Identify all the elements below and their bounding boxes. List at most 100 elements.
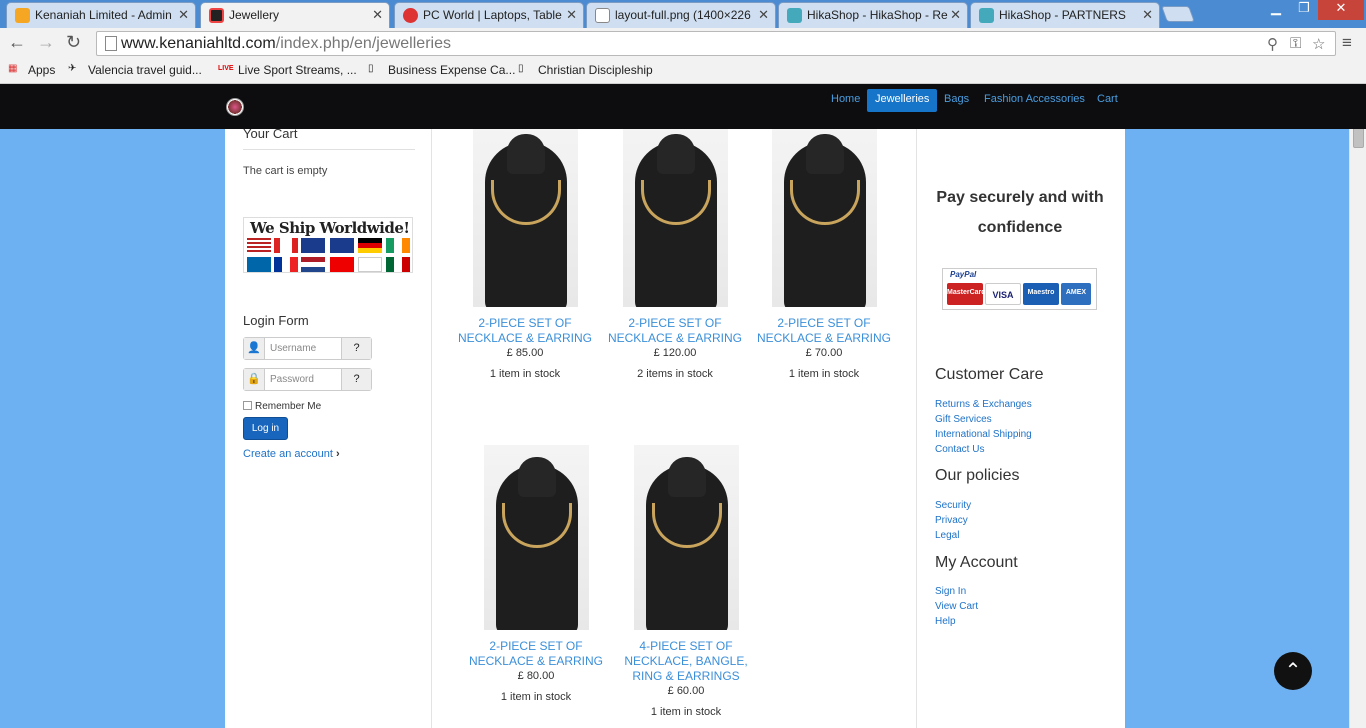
- reload-icon[interactable]: ↻: [66, 32, 81, 53]
- link-returns[interactable]: Returns & Exchanges: [935, 399, 1032, 410]
- bookmark-business-expense[interactable]: ▯ Business Expense Ca...: [368, 63, 515, 77]
- link-security[interactable]: Security: [935, 500, 971, 511]
- login-form-title: Login Form: [243, 313, 309, 328]
- finland-flag-icon: [358, 257, 382, 272]
- remember-me[interactable]: Remember Me: [243, 401, 321, 412]
- nav-home[interactable]: Home: [823, 89, 868, 112]
- nav-jewelleries[interactable]: Jewelleries: [867, 89, 938, 112]
- product-image[interactable]: [771, 122, 877, 307]
- tab-label: Kenaniah Limited - Admin: [35, 8, 172, 22]
- tab-hikashop-re[interactable]: HikaShop - HikaShop - Re ✕: [778, 2, 968, 28]
- key-icon[interactable]: ⚿: [1290, 35, 1301, 52]
- new-tab-button[interactable]: [1161, 6, 1195, 22]
- create-account-link[interactable]: Create an account ›: [243, 448, 340, 460]
- site-logo[interactable]: [226, 98, 244, 116]
- back-icon[interactable]: ←: [8, 32, 26, 53]
- tab-label: HikaShop - PARTNERS: [999, 8, 1126, 22]
- link-international-shipping[interactable]: International Shipping: [935, 429, 1032, 440]
- close-icon[interactable]: ✕: [372, 7, 383, 23]
- password-field[interactable]: 🔒 Password ?: [243, 368, 372, 391]
- product-card[interactable]: 2-PIECE SET OF NECKLACE & EARRING £ 85.0…: [450, 122, 600, 380]
- column-divider: [431, 129, 432, 728]
- pcworld-icon: [403, 8, 418, 23]
- link-legal[interactable]: Legal: [935, 530, 959, 541]
- browser-tab-bar: Kenaniah Limited - Admin ✕ Jewellery ✕ P…: [0, 0, 1366, 28]
- menu-icon[interactable]: ≡: [1342, 33, 1352, 53]
- product-card[interactable]: 2-PIECE SET OF NECKLACE & EARRING £ 70.0…: [749, 122, 899, 380]
- product-name[interactable]: 2-PIECE SET OF NECKLACE & EARRING: [461, 639, 611, 669]
- login-button[interactable]: Log in: [243, 417, 288, 440]
- nav-bags[interactable]: Bags: [936, 89, 977, 112]
- bookmark-christian-discipleship[interactable]: ▯ Christian Discipleship: [518, 63, 653, 77]
- search-icon[interactable]: ⚲: [1267, 35, 1278, 53]
- product-price: £ 80.00: [517, 670, 555, 682]
- password-placeholder: Password: [270, 374, 314, 385]
- close-icon[interactable]: ✕: [178, 7, 189, 23]
- link-view-cart[interactable]: View Cart: [935, 601, 978, 612]
- ireland-flag-icon: [386, 238, 410, 253]
- plane-icon: ✈: [68, 63, 77, 74]
- mexico-flag-icon: [386, 257, 410, 272]
- product-name[interactable]: 4-PIECE SET OF NECKLACE, BANGLE, RING & …: [611, 639, 761, 684]
- product-name[interactable]: 2-PIECE SET OF NECKLACE & EARRING: [450, 316, 600, 346]
- close-icon[interactable]: ✕: [758, 7, 769, 23]
- ship-worldwide-banner: We Ship Worldwide!: [243, 217, 413, 273]
- username-field[interactable]: 👤 Username ?: [243, 337, 372, 360]
- close-icon[interactable]: ✕: [950, 7, 961, 23]
- nav-fashion-accessories[interactable]: Fashion Accessories: [976, 89, 1093, 112]
- forward-icon[interactable]: →: [37, 32, 55, 53]
- nav-cart[interactable]: Cart: [1089, 89, 1126, 112]
- product-card[interactable]: 2-PIECE SET OF NECKLACE & EARRING £ 80.0…: [461, 445, 611, 703]
- site-navbar: Home Jewelleries Bags Fashion Accessorie…: [0, 84, 1366, 129]
- product-price: £ 70.00: [805, 347, 843, 359]
- url-text[interactable]: www.kenaniahltd.com/index.php/en/jewelle…: [121, 35, 451, 53]
- bookmark-apps[interactable]: ▦ Apps: [8, 63, 55, 77]
- link-privacy[interactable]: Privacy: [935, 515, 968, 526]
- tab-label: Jewellery: [229, 8, 280, 22]
- mastercard-icon: MasterCard: [947, 283, 986, 305]
- page-scrollbar[interactable]: ▲: [1349, 84, 1366, 728]
- uk-flag-icon: [301, 238, 325, 253]
- product-image[interactable]: [483, 445, 589, 630]
- close-icon[interactable]: ✕: [1142, 7, 1153, 23]
- product-stock: 1 item in stock: [788, 368, 860, 380]
- remember-checkbox[interactable]: [243, 401, 252, 410]
- tab-layout-png[interactable]: layout-full.png (1400×226 ✕: [586, 2, 776, 28]
- bookmark-valencia[interactable]: ✈ Valencia travel guid...: [68, 63, 202, 77]
- address-bar[interactable]: www.kenaniahltd.com/index.php/en/jewelle…: [96, 31, 1336, 56]
- close-icon[interactable]: ✕: [566, 7, 577, 23]
- help-icon[interactable]: ?: [341, 369, 371, 390]
- tab-jewellery[interactable]: Jewellery ✕: [200, 2, 390, 28]
- chevron-up-icon: ⌃: [1284, 660, 1302, 682]
- payment-cards-badge: PayPal MasterCard VISA Maestro AMEX: [942, 268, 1097, 310]
- hikashop-icon: [787, 8, 802, 23]
- visa-icon: VISA: [985, 283, 1021, 305]
- bookmark-live-sport[interactable]: LIVE Live Sport Streams, ...: [218, 63, 357, 77]
- product-card[interactable]: 2-PIECE SET OF NECKLACE & EARRING £ 120.…: [600, 122, 750, 380]
- product-image[interactable]: [633, 445, 739, 630]
- help-icon[interactable]: ?: [341, 338, 371, 359]
- link-help[interactable]: Help: [935, 616, 956, 627]
- product-image[interactable]: [472, 122, 578, 307]
- product-card[interactable]: 4-PIECE SET OF NECKLACE, BANGLE, RING & …: [611, 445, 761, 718]
- my-account-title: My Account: [935, 554, 1018, 571]
- link-gift-services[interactable]: Gift Services: [935, 414, 992, 425]
- tab-kenaniah-admin[interactable]: Kenaniah Limited - Admin ✕: [6, 2, 196, 28]
- page-icon: ▯: [518, 63, 524, 74]
- back-to-top-button[interactable]: ⌃: [1274, 652, 1312, 690]
- user-icon: 👤: [244, 338, 265, 359]
- product-name[interactable]: 2-PIECE SET OF NECKLACE & EARRING: [600, 316, 750, 346]
- product-name[interactable]: 2-PIECE SET OF NECKLACE & EARRING: [749, 316, 899, 346]
- minimize-icon[interactable]: ▁: [1262, 0, 1290, 20]
- remember-label: Remember Me: [255, 401, 322, 412]
- star-icon[interactable]: ☆: [1312, 35, 1325, 53]
- restore-icon[interactable]: ❐: [1290, 0, 1318, 20]
- bookmarks-bar: ▦ Apps ✈ Valencia travel guid... LIVE Live …: [0, 58, 1366, 84]
- link-contact-us[interactable]: Contact Us: [935, 444, 984, 455]
- tab-pcworld[interactable]: PC World | Laptops, Table ✕: [394, 2, 584, 28]
- link-sign-in[interactable]: Sign In: [935, 586, 966, 597]
- product-image[interactable]: [622, 122, 728, 307]
- browser-toolbar: ← → ↻ www.kenaniahltd.com/index.php/en/j…: [0, 28, 1366, 58]
- tab-hikashop-partners[interactable]: HikaShop - PARTNERS ✕: [970, 2, 1160, 28]
- close-window-icon[interactable]: ✕: [1318, 0, 1364, 20]
